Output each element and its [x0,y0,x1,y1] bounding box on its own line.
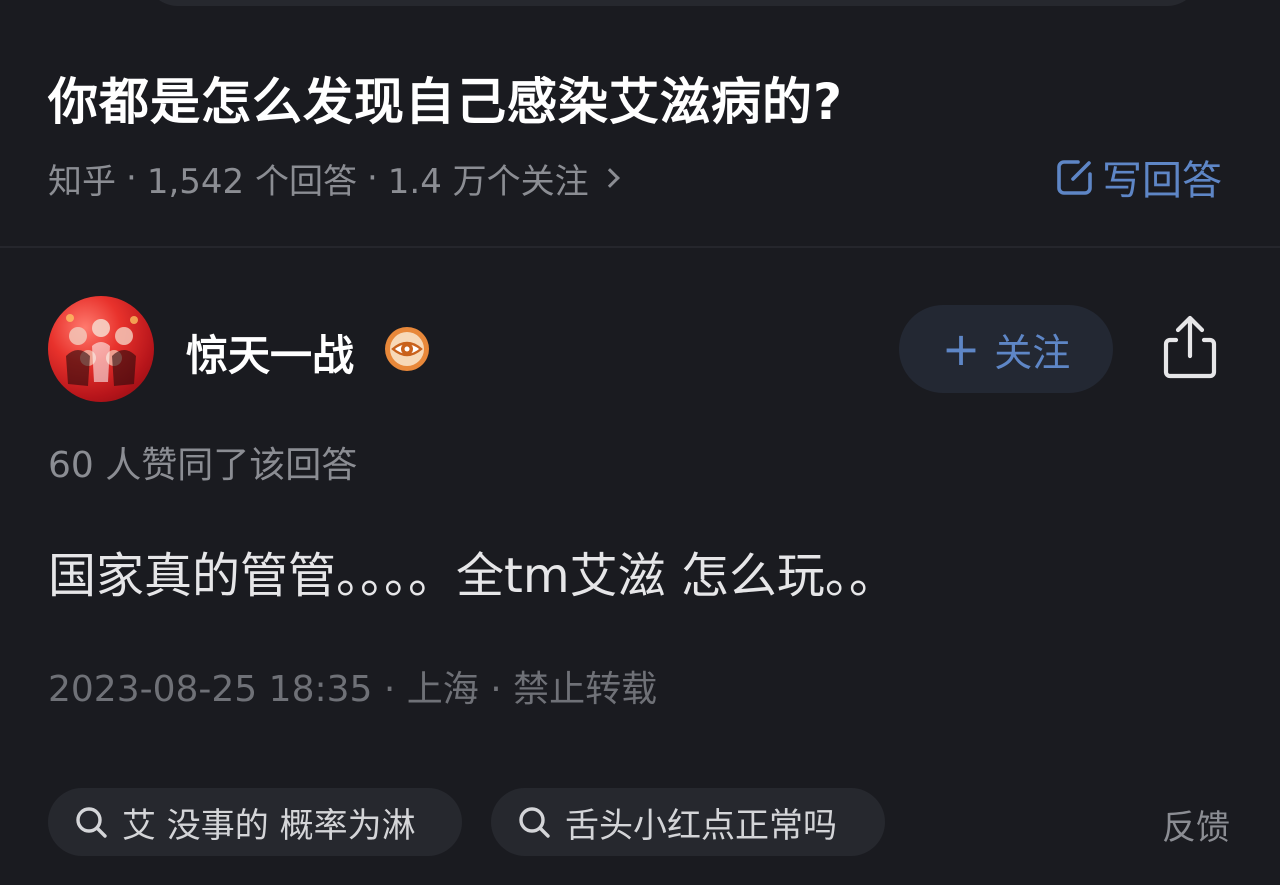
author-name[interactable]: 惊天一战 [186,322,354,383]
search-icon [519,807,550,838]
divider [0,246,1280,248]
edit-square-icon [1057,160,1092,195]
related-search-chip[interactable]: 艾 没事的 概率为淋 [48,788,462,856]
separator-dot: · [490,669,514,710]
related-search-label: 舌头小红点正常吗 [565,805,837,846]
avatar-image [66,314,138,386]
source-label: 知乎 [48,161,116,202]
feedback-link[interactable]: 反馈 [1162,800,1230,849]
follow-label: 关注 [994,330,1071,375]
separator-dot: · [366,158,378,198]
separator-dot: · [126,158,137,198]
question-meta[interactable]: 知乎 · 1,542 个回答 · 1.4 万个关注 [48,154,620,202]
write-answer-label: 写回答 [1102,158,1222,204]
question-title[interactable]: 你都是怎么发现自己感染艾滋病的? [48,62,843,134]
eye-badge-icon [385,327,429,371]
answers-count: 1,542 个回答 [146,161,357,202]
chevron-right-icon [599,168,620,188]
answer-meta: 2023-08-25 18:35 · 上海 · 禁止转载 [48,660,657,712]
answer-page: 你都是怎么发现自己感染艾滋病的? 知乎 · 1,542 个回答 · 1.4 万个… [0,0,1280,885]
upvote-count: 60 人赞同了该回答 [48,445,358,486]
related-search-label: 艾 没事的 概率为淋 [122,805,416,846]
separator-dot: · [383,669,407,710]
avatar[interactable] [48,296,154,402]
answer-date: 2023-08-25 18:35 [48,669,373,710]
followers-count: 1.4 万个关注 [387,161,589,202]
copyright-note: 禁止转载 [513,669,658,710]
follow-button[interactable]: + 关注 [899,305,1113,393]
plus-icon: + [941,322,981,376]
search-icon [76,807,107,838]
write-answer-button[interactable]: 写回答 [1054,150,1222,204]
related-search-chip[interactable]: 舌头小红点正常吗 [491,788,885,856]
answer-location: 上海 [406,669,479,710]
share-icon[interactable] [1160,314,1220,380]
top-search-bar[interactable] [145,0,1200,6]
answer-body[interactable]: 国家真的管管。。。。全tm艾滋 怎么玩。。 [48,536,897,606]
